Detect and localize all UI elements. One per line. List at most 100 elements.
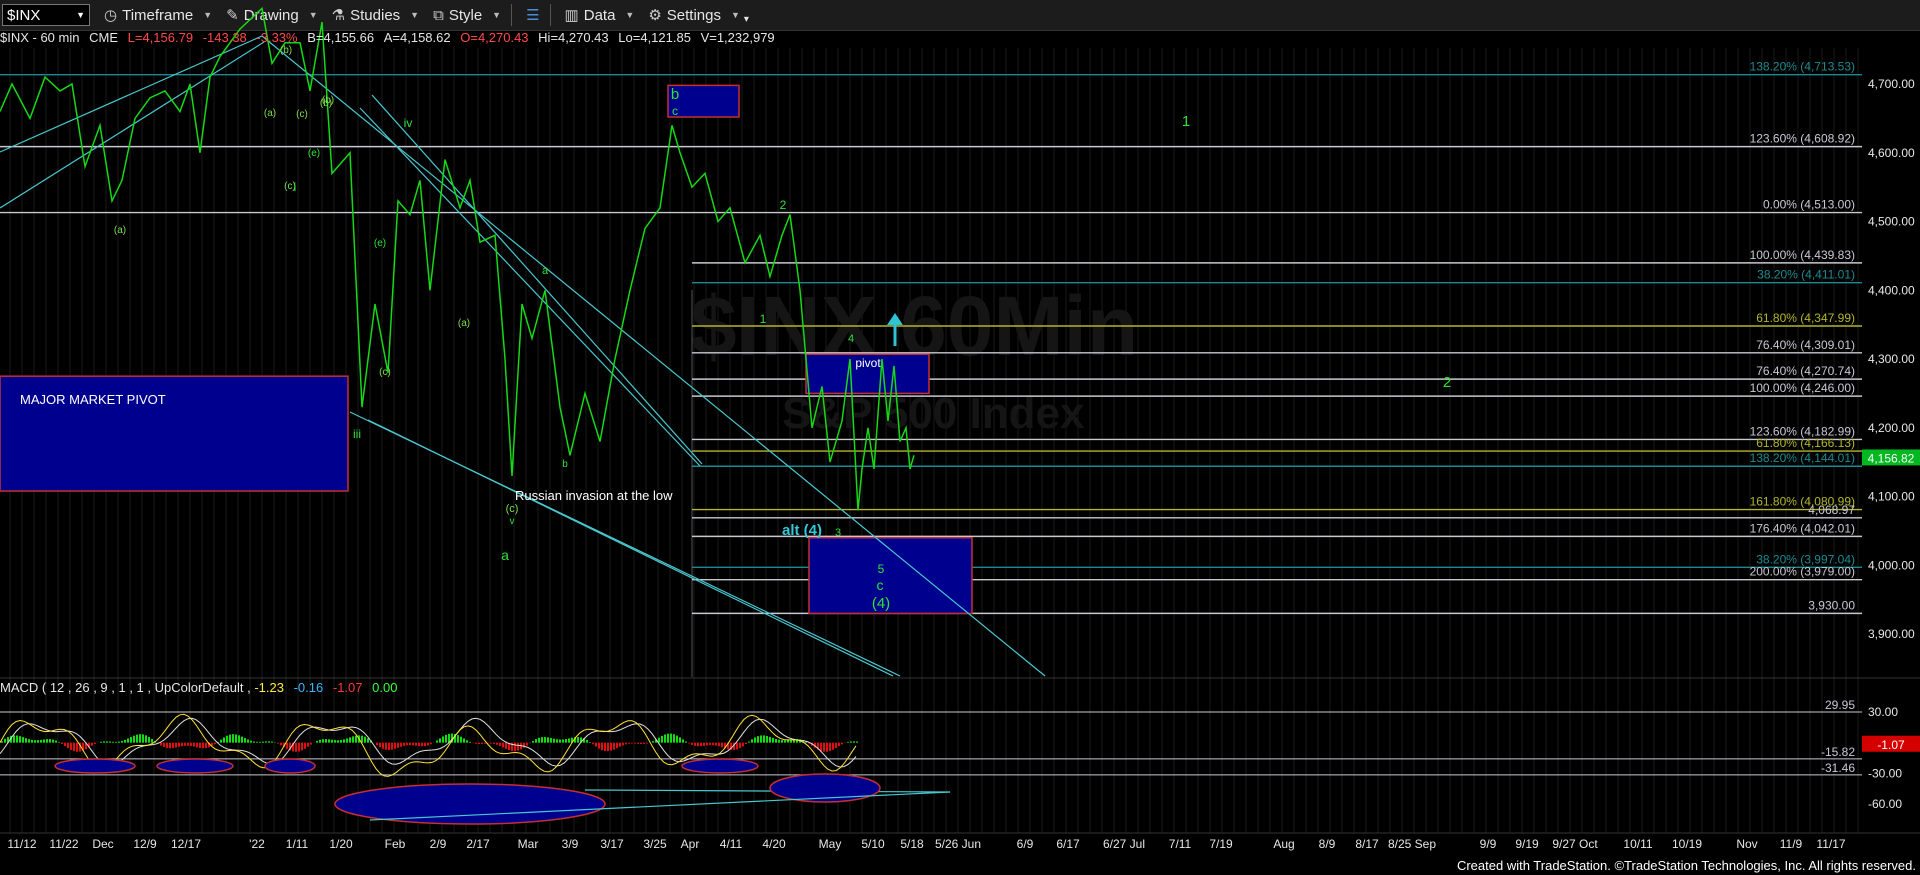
wave-label: 2 (780, 198, 787, 212)
wave-label: (a) (114, 225, 126, 236)
status-low: Lo=4,121.85 (618, 30, 691, 45)
macd-label: MACD ( 12 , 26 , 9 , 1 , 1 , UpColorDefa… (0, 680, 255, 695)
x-axis-tick-label: 4/11 (720, 837, 743, 851)
x-axis-tick-label: Aug (1273, 837, 1294, 851)
x-axis-tick-label: Dec (92, 837, 113, 851)
x-axis-tick-label: 7/19 (1209, 837, 1233, 851)
y-axis-tick-label: 4,500.00 (1868, 215, 1915, 229)
fib-level-label: 76.40% (4,309.01) (1756, 338, 1855, 352)
wave-label: 1 (760, 312, 767, 326)
wave-label: c (672, 104, 678, 118)
divergence-ellipse (334, 783, 606, 825)
x-axis-tick-label: 10/19 (1672, 837, 1702, 851)
fib-level-label: 123.60% (4,608.92) (1750, 132, 1855, 146)
status-bid: B=4,155.66 (307, 30, 375, 45)
trend-line (371, 94, 703, 465)
fib-level-label: 4,068.97 (1808, 503, 1855, 517)
x-axis-tick-label: 2/17 (466, 837, 490, 851)
y-axis-tick-label: 4,700.00 (1868, 77, 1915, 91)
x-axis-tick-label: 5/26 Jun (935, 837, 981, 851)
wave-label: 2 (1443, 374, 1451, 391)
x-axis-tick-label: 9/9 (1480, 837, 1497, 851)
status-last: L=4,156.79 (127, 30, 194, 45)
macd-level-label: -31.46 (1821, 761, 1855, 775)
divergence-ellipse (54, 758, 136, 774)
wave-label: (e) (374, 238, 386, 249)
fib-level-label: 61.80% (4,347.99) (1756, 311, 1855, 325)
footer-copyright: Created with TradeStation. ©TradeStation… (1456, 858, 1916, 873)
fib-level-label: 3,930.00 (1808, 598, 1855, 612)
wave-label: (e) (308, 148, 320, 159)
wave-label: (a) (264, 108, 276, 119)
x-axis-tick-label: Nov (1736, 837, 1757, 851)
fib-level-label: 38.20% (4,411.01) (1757, 268, 1855, 282)
fib-level-label: 138.20% (4,144.01) (1750, 451, 1855, 465)
russian-invasion-annotation: Russian invasion at the low (515, 488, 673, 503)
x-axis-tick-label: 11/17 (1816, 837, 1845, 851)
macd-value-1: -1.23 (254, 680, 284, 695)
fib-level-label: 0.00% (4,513.00) (1763, 198, 1855, 212)
y-axis-tick-label: 4,100.00 (1868, 490, 1915, 504)
fib-level-label: 200.00% (3,979.00) (1750, 565, 1855, 579)
wave-label: (c) (296, 109, 308, 120)
x-axis-tick-label: 8/17 (1355, 837, 1379, 851)
x-axis-tick-label: 12/17 (171, 837, 201, 851)
macd-axis-label: 30.00 (1868, 705, 1898, 719)
x-axis-tick-label: 11/9 (1780, 837, 1803, 851)
x-axis-tick-label: 4/20 (762, 837, 786, 851)
wave-label: (c) (379, 367, 391, 378)
trend-line (584, 789, 951, 793)
macd-status-line: MACD ( 12 , 26 , 9 , 1 , 1 , UpColorDefa… (0, 680, 397, 697)
x-axis-tick-label: '22 (249, 837, 265, 851)
x-axis-tick-label: 7/11 (1169, 837, 1192, 851)
macd-axis-label: -60.00 (1868, 797, 1902, 811)
fib-level-label: 61.80% (4,166.13) (1756, 436, 1855, 450)
x-axis-tick-label: 11/12 (7, 837, 36, 851)
divergence-ellipse (264, 758, 316, 774)
x-axis-tick-label: 10/11 (1623, 837, 1652, 851)
macd-value-3: -1.07 (332, 680, 363, 695)
macd-level-label: -15.82 (1821, 745, 1855, 759)
status-line: $INX - 60 min CME L=4,156.79 -143.38 -3.… (0, 30, 775, 47)
x-axis-tick-label: 8/25 Sep (1388, 837, 1436, 851)
y-axis-tick-label: 4,200.00 (1868, 421, 1915, 435)
y-axis-tick-label: 4,400.00 (1868, 283, 1915, 297)
x-axis-tick-label: Feb (385, 837, 406, 851)
wave-label: (c) (506, 503, 519, 515)
macd-value-2: -0.16 (293, 680, 324, 695)
pivot-box-label: pivot (855, 356, 881, 370)
trend-line (359, 107, 701, 467)
x-axis-tick-label: 5/10 (861, 837, 885, 851)
macd-level-label: 29.95 (1825, 698, 1855, 712)
status-pct: -3.33% (256, 30, 298, 45)
status-volume: V=1,232,979 (700, 30, 775, 45)
fib-level-label: 100.00% (4,246.00) (1750, 381, 1855, 395)
y-axis-tick-label: 4,600.00 (1868, 146, 1915, 160)
wave-label: 5 (878, 562, 885, 576)
x-axis-tick-label: 8/9 (1319, 837, 1336, 851)
x-axis-tick-label: 5/18 (900, 837, 924, 851)
x-axis-tick-label: 9/27 Oct (1552, 837, 1598, 851)
current-price-label: 4,156.82 (1868, 451, 1915, 465)
status-exchange: CME (89, 30, 118, 45)
x-axis-tick-label: 6/27 Jul (1103, 837, 1145, 851)
wave-label: i (294, 180, 297, 194)
fib-level-label: 76.40% (4,270.74) (1756, 364, 1855, 378)
wave-label: a (542, 265, 549, 277)
divergence-ellipse (156, 758, 234, 774)
x-axis-tick-label: 6/17 (1056, 837, 1080, 851)
wave-label: b (562, 459, 568, 470)
x-axis-tick-label: Mar (518, 837, 539, 851)
x-axis-tick-label: 3/9 (562, 837, 579, 851)
macd-value-4: 0.00 (372, 680, 398, 695)
x-axis-tick-label: 9/19 (1515, 837, 1539, 851)
status-ask: A=4,158.62 (383, 30, 451, 45)
macd-axis-label: -30.00 (1868, 766, 1902, 780)
wave-label: c (877, 577, 884, 593)
x-axis-tick-label: 11/22 (49, 837, 78, 851)
price-chart[interactable]: $INX 60MinS&P 500 Index138.20% (4,713.53… (0, 0, 1920, 875)
wave-label: iv (404, 116, 413, 130)
wave-label: v (510, 516, 515, 527)
wave-label: 4 (848, 333, 854, 345)
major-market-pivot-box-label: MAJOR MARKET PIVOT (20, 392, 166, 407)
